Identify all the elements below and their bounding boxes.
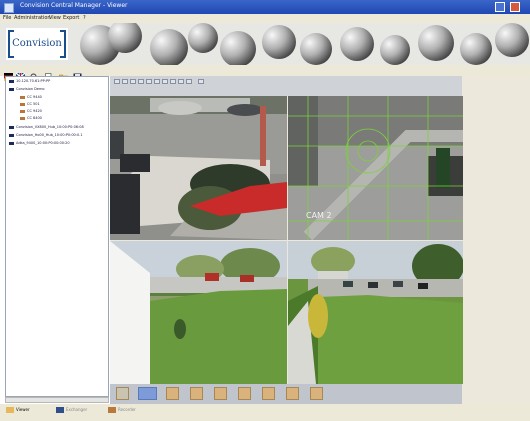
banner: Convision (0, 23, 530, 65)
tree-item[interactable]: Convision_Ho00_Hub_10:00:P0:00:0.1 (9, 133, 83, 137)
banner-camera-image (220, 31, 256, 65)
thumbnail-slot[interactable] (166, 387, 179, 400)
thumbnail-slot[interactable] (214, 387, 227, 400)
layout-4x4-icon[interactable] (138, 79, 144, 84)
minimize-button[interactable] (495, 2, 505, 12)
flag-de-icon[interactable] (4, 66, 13, 81)
device-tree: 10.120.70.61:PP:PP Convision Demo CC 944… (5, 76, 109, 397)
server-icon (9, 133, 14, 137)
camera-label: CAM 2 (306, 211, 332, 220)
recorder-tab-icon (108, 407, 116, 413)
banner-camera-image (262, 25, 296, 59)
tree-item[interactable]: CC 9420 (20, 109, 42, 113)
search-icon[interactable] (30, 66, 39, 82)
close-button[interactable] (510, 2, 520, 12)
banner-camera-image (460, 33, 492, 65)
server-icon (9, 79, 14, 83)
banner-camera-image (380, 35, 410, 65)
banner-camera-image (188, 23, 218, 53)
thumbnail-slot[interactable] (310, 387, 323, 400)
logo: Convision (6, 28, 68, 60)
tab-viewer[interactable]: Viewer (6, 407, 30, 418)
layout-2x2-icon[interactable] (122, 79, 128, 84)
banner-camera-image (300, 33, 332, 65)
logo-text: Convision (12, 38, 62, 49)
playback-strip (110, 384, 462, 404)
camera-icon (20, 116, 25, 120)
fullscreen-icon[interactable] (198, 79, 204, 84)
banner-camera-image (495, 23, 529, 57)
thumbnail-slot[interactable] (190, 387, 203, 400)
layout-1plus5-icon[interactable] (146, 79, 152, 84)
tree-item[interactable]: CC 9440 (20, 95, 42, 99)
tree-item[interactable]: Adka_9400_10:00:P0:00:00:20 (9, 141, 70, 145)
tree-item[interactable]: CC 501 (20, 102, 40, 106)
camera-feed-3[interactable] (110, 241, 287, 384)
exchanger-tab-icon (56, 407, 64, 413)
tree-item[interactable]: CC 8400 (20, 116, 42, 120)
camera-icon (20, 109, 25, 113)
window-title: Convision Central Manager - Viewer (20, 2, 128, 9)
toolbar (0, 65, 530, 82)
tree-item[interactable]: Convision Demo (9, 87, 45, 91)
title-bar: Convision Central Manager - Viewer (0, 0, 530, 14)
new-document-icon[interactable] (44, 66, 53, 81)
thumbnail-slot-selected[interactable] (138, 387, 157, 400)
layout-1x1-icon[interactable] (114, 79, 120, 84)
save-icon[interactable] (73, 66, 82, 81)
layout-1plus7-icon[interactable] (154, 79, 160, 84)
banner-camera-image (418, 25, 454, 61)
thumbnail-slot[interactable] (262, 387, 275, 400)
server-icon (9, 141, 14, 145)
menu-export[interactable]: Export (63, 15, 79, 21)
layout-custom-icon[interactable] (186, 79, 192, 84)
banner-camera-image (150, 29, 188, 65)
menu-view[interactable]: View (49, 15, 61, 21)
menu-file[interactable]: File (3, 15, 11, 21)
server-icon (9, 125, 14, 129)
app-icon (4, 3, 14, 13)
banner-camera-image (108, 23, 142, 53)
layout-1plus12-icon[interactable] (170, 79, 176, 84)
camera-icon (20, 95, 25, 99)
menu-administration[interactable]: Administration (14, 15, 51, 21)
horizontal-scrollbar[interactable] (5, 397, 109, 403)
layout-toolbar (110, 76, 462, 96)
layout-3x3-icon[interactable] (130, 79, 136, 84)
tab-recorder[interactable]: Recorder (108, 407, 136, 418)
tab-bar: Viewer Exchanger Recorder (0, 404, 530, 421)
viewer-tab-icon (6, 407, 14, 413)
thumbnail-slot[interactable] (116, 387, 129, 400)
tree-item[interactable]: 10.120.70.61:PP:PP (9, 79, 50, 83)
camera-feed-1[interactable] (110, 96, 287, 240)
server-icon (9, 87, 14, 91)
open-folder-icon[interactable] (59, 66, 68, 81)
tab-exchanger[interactable]: Exchanger (56, 407, 87, 418)
tree-item[interactable]: Convision_VX800_Hub_10:00:P0:06:08 (9, 125, 84, 129)
camera-feed-2[interactable]: CAM 2 (288, 96, 463, 240)
flag-uk-icon[interactable] (15, 66, 26, 82)
layout-2plus8-icon[interactable] (162, 79, 168, 84)
thumbnail-slot[interactable] (238, 387, 251, 400)
thumbnail-slot[interactable] (286, 387, 299, 400)
layout-custom-icon[interactable] (178, 79, 184, 84)
menu-help[interactable]: ? (83, 15, 86, 21)
camera-feed-4[interactable] (288, 241, 463, 384)
banner-camera-image (340, 27, 374, 61)
menu-bar: File Administration View Export ? (0, 14, 530, 23)
camera-icon (20, 102, 25, 106)
